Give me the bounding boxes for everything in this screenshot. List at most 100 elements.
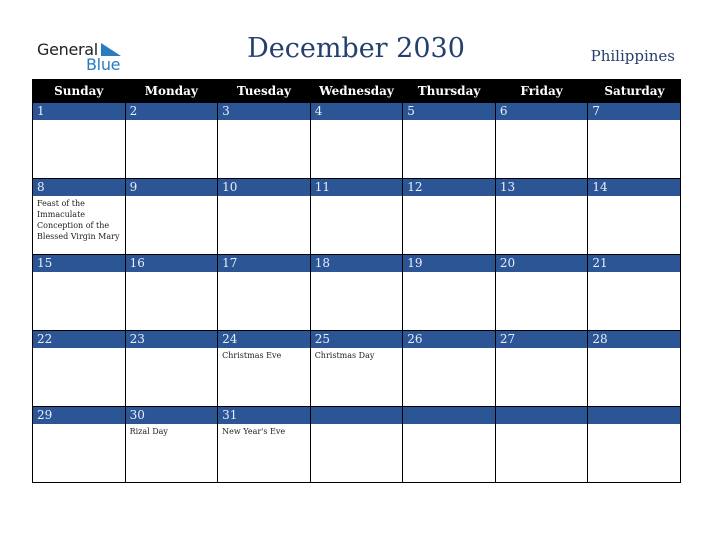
weekday-header: Monday [124, 79, 218, 103]
day-number: 20 [495, 255, 588, 272]
weekday-header: Thursday [402, 79, 496, 103]
weekday-header: Friday [494, 79, 588, 103]
day-number: 29 [33, 407, 125, 424]
holiday-label [403, 120, 495, 122]
day-cell[interactable]: 26 [402, 330, 496, 407]
day-cell[interactable]: 8 Feast of the Immaculate Conception of t… [32, 178, 126, 255]
day-number: 21 [588, 255, 680, 272]
holiday-label [588, 424, 680, 426]
day-cell[interactable]: 6 [494, 102, 589, 179]
holiday-label [311, 424, 403, 426]
weekday-header: Sunday [32, 79, 126, 103]
day-cell[interactable]: 24 Christmas Eve [217, 330, 311, 407]
holiday-label: Feast of the Immaculate Conception of th… [37, 199, 120, 241]
holiday-label [311, 120, 403, 122]
day-number: 27 [495, 331, 588, 348]
holiday-label: New Year's Eve [222, 427, 286, 436]
day-cell[interactable]: 18 [309, 254, 404, 331]
day-number: 10 [218, 179, 310, 196]
day-cell[interactable]: 14 [587, 178, 681, 255]
day-cell[interactable]: 27 [494, 330, 589, 407]
day-cell[interactable]: 12 [402, 178, 496, 255]
day-number: 16 [125, 255, 218, 272]
holiday-label [588, 196, 680, 198]
weekday-header: Tuesday [217, 79, 311, 103]
day-cell[interactable] [309, 406, 404, 483]
day-cell[interactable]: 31 New Year's Eve [217, 406, 311, 483]
day-number: 2 [125, 103, 218, 120]
day-cell[interactable]: 16 [124, 254, 219, 331]
holiday-label [496, 272, 588, 274]
day-cell[interactable] [494, 406, 589, 483]
day-number: 30 [125, 407, 218, 424]
weekday-header: Wednesday [309, 79, 403, 103]
holiday-label [126, 120, 218, 122]
day-number: 7 [588, 103, 680, 120]
day-number [495, 407, 588, 424]
day-number [588, 407, 680, 424]
day-cell[interactable]: 29 [32, 406, 126, 483]
day-number: 17 [218, 255, 310, 272]
holiday-label [218, 272, 310, 274]
day-cell[interactable]: 3 [217, 102, 311, 179]
day-number: 22 [33, 331, 125, 348]
day-number: 6 [495, 103, 588, 120]
day-cell[interactable]: 19 [402, 254, 496, 331]
day-number: 13 [495, 179, 588, 196]
day-cell[interactable]: 2 [124, 102, 219, 179]
week-row: 29 30 Rizal Day 31 New Year's Eve [32, 406, 681, 483]
holiday-label [403, 272, 495, 274]
day-cell[interactable]: 10 [217, 178, 311, 255]
day-cell[interactable]: 9 [124, 178, 219, 255]
day-cell[interactable]: 4 [309, 102, 404, 179]
holiday-label [311, 272, 403, 274]
day-number: 11 [310, 179, 403, 196]
holiday-label [496, 196, 588, 198]
day-cell[interactable]: 21 [587, 254, 681, 331]
day-number [310, 407, 403, 424]
day-cell[interactable]: 1 [32, 102, 126, 179]
day-number: 18 [310, 255, 403, 272]
day-cell[interactable]: 13 [494, 178, 589, 255]
holiday-label [33, 272, 125, 274]
week-row: 1234567 [32, 102, 681, 179]
day-cell[interactable]: 5 [402, 102, 496, 179]
day-cell[interactable]: 28 [587, 330, 681, 407]
day-cell[interactable]: 20 [494, 254, 589, 331]
day-cell[interactable]: 25 Christmas Day [309, 330, 404, 407]
holiday-label [403, 348, 495, 350]
day-cell[interactable]: 7 [587, 102, 681, 179]
day-number: 8 [33, 179, 125, 196]
holiday-label [496, 120, 588, 122]
week-row: 8 Feast of the Immaculate Conception of t… [32, 178, 681, 255]
day-cell[interactable]: 22 [32, 330, 126, 407]
day-cell[interactable]: 23 [124, 330, 219, 407]
day-number: 4 [310, 103, 403, 120]
day-number: 5 [403, 103, 495, 120]
day-cell[interactable]: 11 [309, 178, 404, 255]
day-number: 24 [218, 331, 310, 348]
day-number: 14 [588, 179, 680, 196]
holiday-label [496, 424, 588, 426]
holiday-label [403, 424, 495, 426]
day-number: 19 [403, 255, 495, 272]
calendar-grid: Sunday Monday Tuesday Wednesday Thursday… [32, 79, 681, 483]
day-cell[interactable] [587, 406, 681, 483]
day-cell[interactable]: 17 [217, 254, 311, 331]
day-cell[interactable]: 15 [32, 254, 126, 331]
day-number: 1 [33, 103, 125, 120]
day-cell[interactable] [402, 406, 496, 483]
holiday-label: Rizal Day [129, 427, 168, 436]
day-number: 23 [125, 331, 218, 348]
day-number: 15 [33, 255, 125, 272]
week-row: 15 16 17 18 19 20 21 [32, 254, 681, 331]
holiday-label [496, 348, 588, 350]
holiday-label [588, 348, 680, 350]
weekday-header: Saturday [587, 79, 681, 103]
day-number: 3 [218, 103, 310, 120]
holiday-label [126, 272, 218, 274]
day-cell[interactable]: 30 Rizal Day [124, 406, 219, 483]
holiday-label [33, 120, 125, 122]
day-number [403, 407, 495, 424]
holiday-label [311, 196, 403, 198]
